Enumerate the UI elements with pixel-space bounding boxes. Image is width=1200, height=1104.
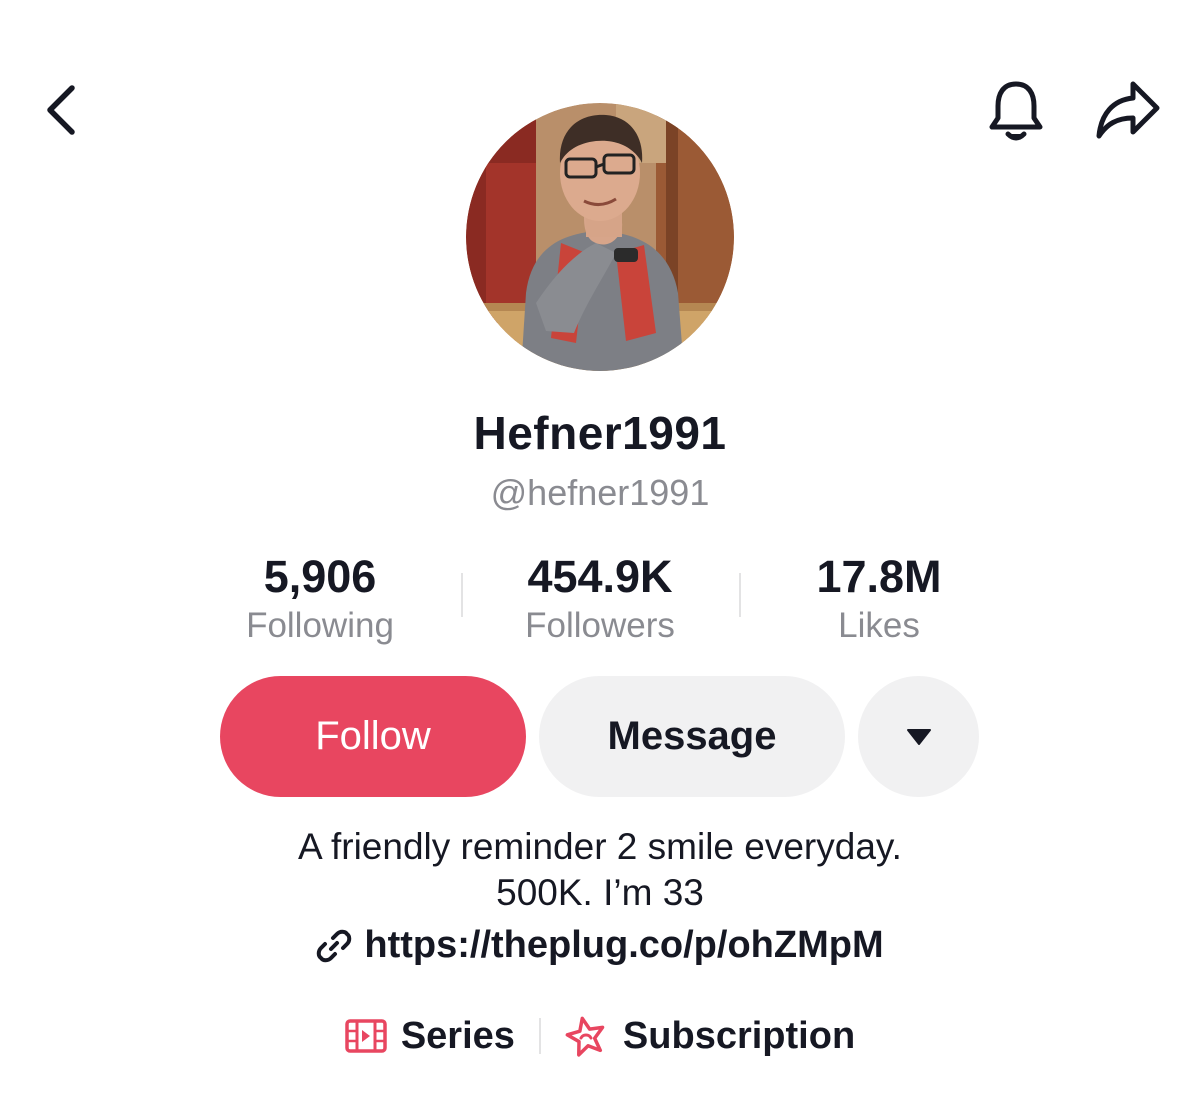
likes-label: Likes bbox=[838, 606, 920, 645]
message-button[interactable]: Message bbox=[539, 676, 845, 797]
feature-divider bbox=[538, 1018, 541, 1054]
followers-count: 454.9K bbox=[527, 551, 673, 602]
more-options-button[interactable] bbox=[858, 676, 979, 797]
followers-label: Followers bbox=[525, 606, 675, 645]
chevron-left-icon bbox=[47, 85, 75, 135]
share-button[interactable] bbox=[1090, 74, 1166, 146]
username: @hefner1991 bbox=[490, 472, 710, 513]
notification-button[interactable] bbox=[980, 74, 1052, 146]
avatar[interactable] bbox=[466, 103, 734, 371]
link-icon bbox=[317, 929, 352, 962]
stat-following[interactable]: 5,906 Following bbox=[180, 548, 460, 646]
display-name: Hefner1991 bbox=[473, 407, 727, 459]
bio-link-text[interactable]: https://theplug.co/p/ohZMpM bbox=[364, 924, 883, 967]
subscription-icon bbox=[565, 1016, 605, 1057]
profile-features: Series Subscription bbox=[0, 1008, 1200, 1064]
bio-line: 500K. I’m 33 bbox=[496, 872, 704, 913]
subscription-label: Subscription bbox=[622, 1014, 856, 1057]
bell-icon bbox=[989, 81, 1043, 141]
bio-link[interactable]: https://theplug.co/p/ohZMpM bbox=[0, 924, 1200, 967]
caret-down-icon bbox=[906, 728, 931, 745]
back-button[interactable] bbox=[30, 78, 90, 142]
subscription-tab[interactable]: Subscription bbox=[563, 1014, 855, 1058]
series-tab[interactable]: Series bbox=[345, 1015, 515, 1058]
bio-line: A friendly reminder 2 smile everyday. bbox=[298, 826, 902, 867]
share-arrow-icon bbox=[1096, 81, 1160, 139]
series-label: Series bbox=[400, 1014, 515, 1057]
stat-likes[interactable]: 17.8M Likes bbox=[739, 548, 1019, 646]
likes-count: 17.8M bbox=[816, 551, 942, 602]
series-icon bbox=[345, 1019, 387, 1053]
profile-photo bbox=[466, 103, 734, 371]
following-label: Following bbox=[246, 606, 394, 645]
stat-followers[interactable]: 454.9K Followers bbox=[460, 548, 740, 646]
follow-button[interactable]: Follow bbox=[220, 676, 526, 797]
following-count: 5,906 bbox=[263, 551, 377, 602]
